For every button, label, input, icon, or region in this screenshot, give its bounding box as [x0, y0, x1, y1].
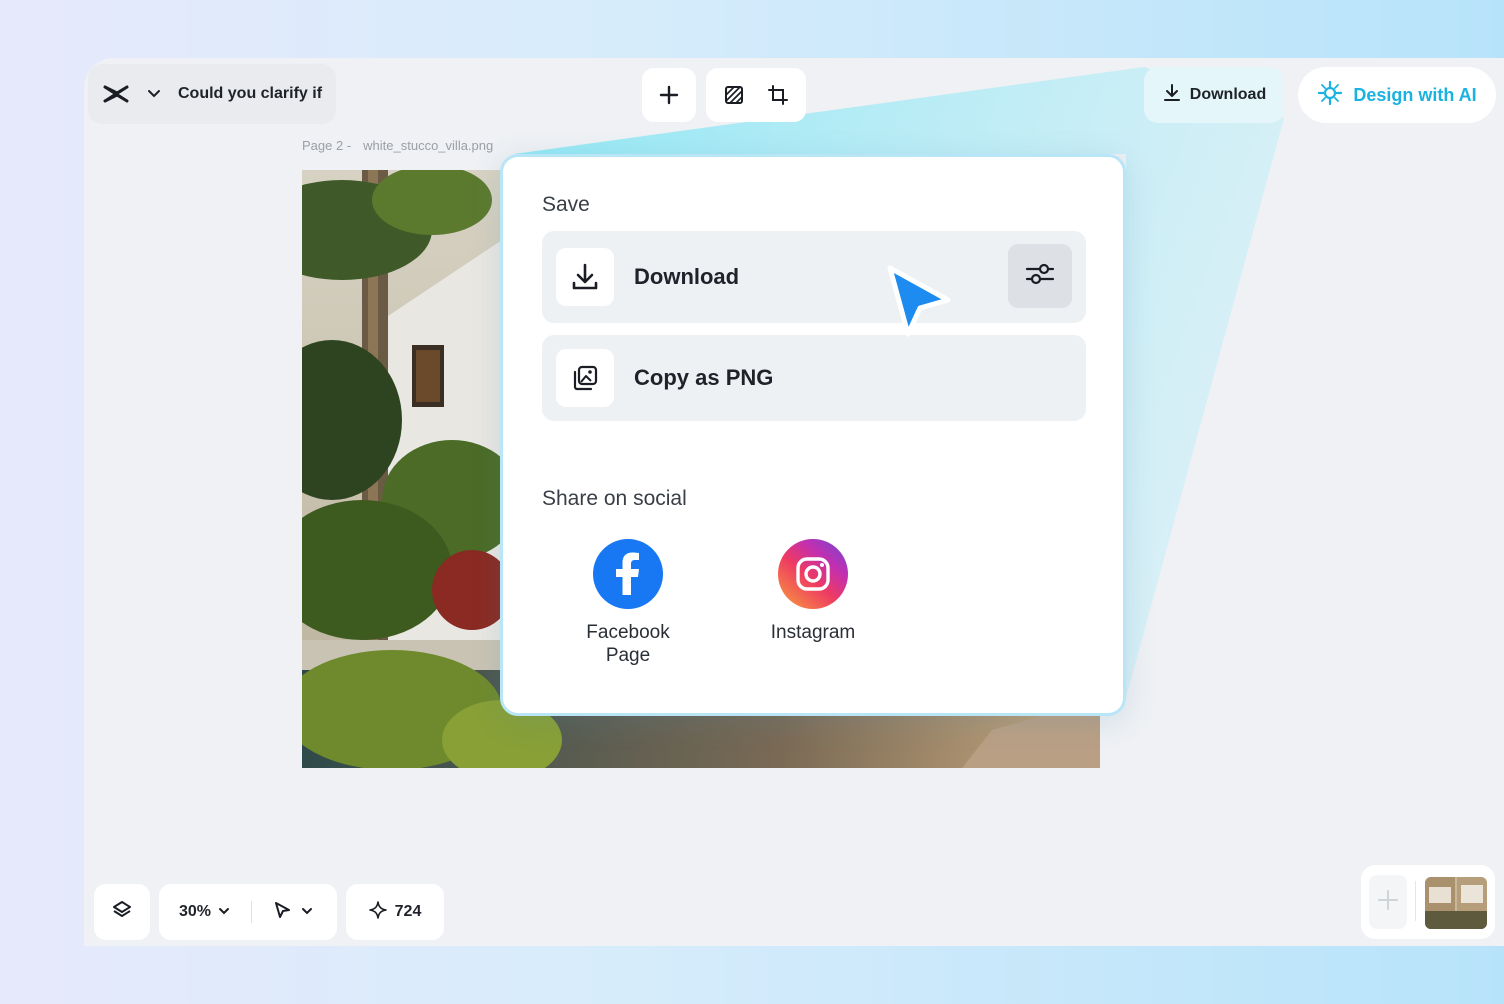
download-settings-button[interactable]	[1008, 244, 1072, 308]
save-heading: Save	[542, 193, 590, 216]
download-button[interactable]: Download	[1144, 67, 1284, 123]
credits-count: 724	[394, 903, 422, 920]
zoom-chevron-icon[interactable]	[217, 903, 231, 921]
copy-png-label: Copy as PNG	[634, 365, 774, 390]
resize-icon[interactable]	[762, 79, 794, 111]
page-number: Page 2 -	[302, 138, 352, 153]
share-facebook[interactable]: Facebook Page	[573, 539, 683, 667]
page-thumbnails	[1361, 865, 1495, 939]
download-share-popup: Save Download Copy as PNG Share on socia…	[500, 154, 1126, 716]
plus-icon	[653, 79, 685, 111]
add-page-plus-icon	[1377, 889, 1399, 916]
toolbar-divider	[251, 901, 253, 923]
page-thumbnail[interactable]	[1425, 877, 1487, 929]
share-instagram[interactable]: Instagram	[758, 539, 868, 644]
app-window: Could you clarify if Download Design wit…	[84, 58, 1504, 946]
instagram-icon	[778, 539, 848, 609]
download-row-label: Download	[634, 264, 740, 289]
zoom-level[interactable]: 30%	[179, 903, 211, 921]
share-heading: Share on social	[542, 487, 687, 510]
facebook-label: Facebook Page	[586, 622, 670, 666]
download-icon	[1162, 83, 1182, 108]
zoom-pointer-group: 30%	[159, 884, 337, 940]
layers-icon	[111, 899, 133, 926]
download-row[interactable]: Download	[542, 231, 1086, 323]
design-with-ai-button[interactable]: Design with AI	[1298, 67, 1496, 123]
thumbnail-image	[1425, 877, 1487, 929]
copy-image-icon	[556, 349, 614, 407]
chevron-down-icon[interactable]	[144, 84, 164, 104]
ai-sparkle-icon	[1317, 80, 1343, 111]
ai-label: Design with AI	[1353, 84, 1477, 105]
canvas-tools	[706, 68, 806, 122]
copy-png-row[interactable]: Copy as PNG	[542, 335, 1086, 421]
pointer-tool-icon[interactable]	[272, 900, 292, 925]
sparkle-icon	[368, 900, 387, 924]
file-name: white_stucco_villa.png	[363, 138, 494, 153]
capcut-logo-icon	[102, 80, 130, 108]
page-label: Page 2 - white_stucco_villa.png	[302, 138, 493, 153]
thumbnail-divider	[1415, 881, 1416, 921]
project-menu[interactable]: Could you clarify if	[88, 64, 336, 124]
background-pattern-icon[interactable]	[718, 79, 750, 111]
layers-button[interactable]	[94, 884, 150, 940]
facebook-icon	[593, 539, 663, 609]
download-tray-icon	[556, 248, 614, 306]
mouse-cursor-icon	[887, 265, 951, 337]
add-page-button[interactable]	[1369, 875, 1407, 929]
pointer-chevron-icon[interactable]	[300, 903, 314, 921]
sliders-icon	[1025, 261, 1055, 292]
add-button[interactable]	[642, 68, 696, 122]
project-title[interactable]: Could you clarify if	[178, 85, 322, 103]
download-label: Download	[1189, 86, 1267, 103]
instagram-label: Instagram	[770, 622, 856, 643]
credits-button[interactable]: 724	[346, 884, 444, 940]
